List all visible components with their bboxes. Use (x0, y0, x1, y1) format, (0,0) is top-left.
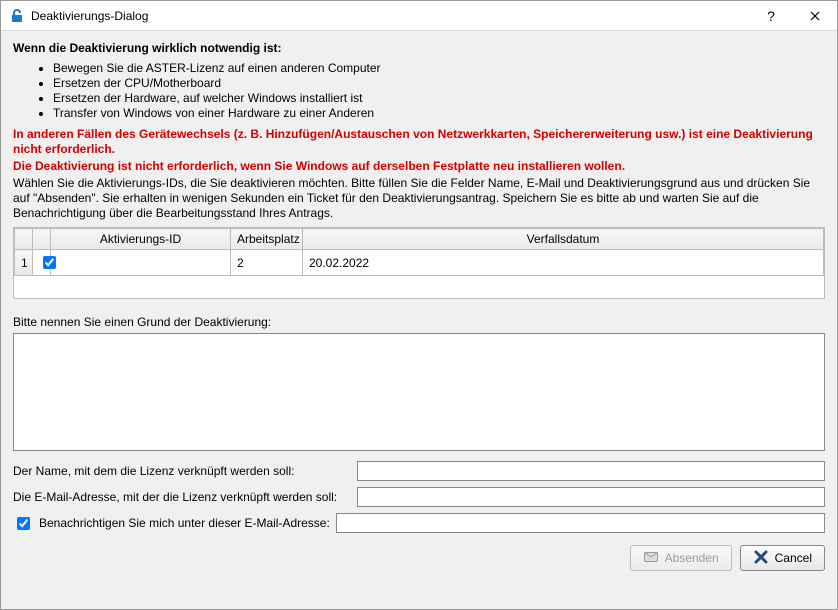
cancel-button-label: Cancel (775, 551, 812, 565)
close-button[interactable] (793, 1, 837, 31)
name-label: Der Name, mit dem die Lizenz verknüpft w… (13, 464, 351, 478)
reason-textarea[interactable] (13, 333, 825, 451)
name-row: Der Name, mit dem die Lizenz verknüpft w… (13, 461, 825, 481)
email-row: Die E-Mail-Adresse, mit der die Lizenz v… (13, 487, 825, 507)
table-header-workplace[interactable]: Arbeitsplatz (231, 229, 303, 250)
name-input[interactable] (357, 461, 825, 481)
row-checkbox-cell (33, 250, 51, 276)
notify-row: Benachrichtigen Sie mich unter dieser E-… (13, 513, 825, 533)
bullet-item: Ersetzen der Hardware, auf welcher Windo… (53, 91, 825, 106)
cancel-icon (753, 549, 769, 568)
submit-button-label: Absenden (665, 551, 719, 565)
lock-icon (9, 8, 25, 24)
bullet-list: Bewegen Sie die ASTER-Lizenz auf einen a… (13, 61, 825, 121)
email-input[interactable] (357, 487, 825, 507)
cancel-button[interactable]: Cancel (740, 545, 825, 571)
email-label: Die E-Mail-Adresse, mit der die Lizenz v… (13, 490, 351, 504)
dialog-content: Wenn die Deaktivierung wirklich notwendi… (1, 31, 837, 609)
table-header-row: Aktivierungs-ID Arbeitsplatz Verfallsdat… (15, 229, 824, 250)
warning-text-1: In anderen Fällen des Gerätewechsels (z.… (13, 127, 825, 157)
instructions-text: Wählen Sie die Aktivierungs-IDs, die Sie… (13, 176, 825, 221)
cell-activation-id (51, 250, 231, 276)
table-header-blank (33, 229, 51, 250)
submit-button[interactable]: Absenden (630, 545, 732, 571)
button-bar: Absenden Cancel (13, 545, 825, 571)
notify-email-input[interactable] (336, 513, 825, 533)
bullet-item: Bewegen Sie die ASTER-Lizenz auf einen a… (53, 61, 825, 76)
notify-checkbox[interactable] (17, 517, 30, 530)
reason-label: Bitte nennen Sie einen Grund der Deaktiv… (13, 315, 825, 329)
window-title: Deaktivierungs-Dialog (31, 9, 749, 23)
table-header-activation-id[interactable]: Aktivierungs-ID (51, 229, 231, 250)
table-header-expiry[interactable]: Verfallsdatum (303, 229, 824, 250)
bullet-item: Ersetzen der CPU/Motherboard (53, 76, 825, 91)
titlebar: Deaktivierungs-Dialog ? (1, 1, 837, 31)
bullet-item: Transfer von Windows von einer Hardware … (53, 106, 825, 121)
help-button[interactable]: ? (749, 1, 793, 31)
dialog-window: Deaktivierungs-Dialog ? Wenn die Deaktiv… (0, 0, 838, 610)
form-rows: Der Name, mit dem die Lizenz verknüpft w… (13, 461, 825, 539)
row-number: 1 (15, 250, 33, 276)
table-header-blank (15, 229, 33, 250)
table-row[interactable]: 1 2 20.02.2022 (15, 250, 824, 276)
cell-expiry: 20.02.2022 (303, 250, 824, 276)
cell-workplace: 2 (231, 250, 303, 276)
warning-text-2: Die Deaktivierung ist nicht erforderlich… (13, 159, 825, 174)
notify-label: Benachrichtigen Sie mich unter dieser E-… (39, 516, 330, 530)
row-select-checkbox[interactable] (43, 256, 56, 269)
heading: Wenn die Deaktivierung wirklich notwendi… (13, 41, 825, 55)
activation-table: Aktivierungs-ID Arbeitsplatz Verfallsdat… (13, 227, 825, 299)
mail-icon (643, 549, 659, 568)
